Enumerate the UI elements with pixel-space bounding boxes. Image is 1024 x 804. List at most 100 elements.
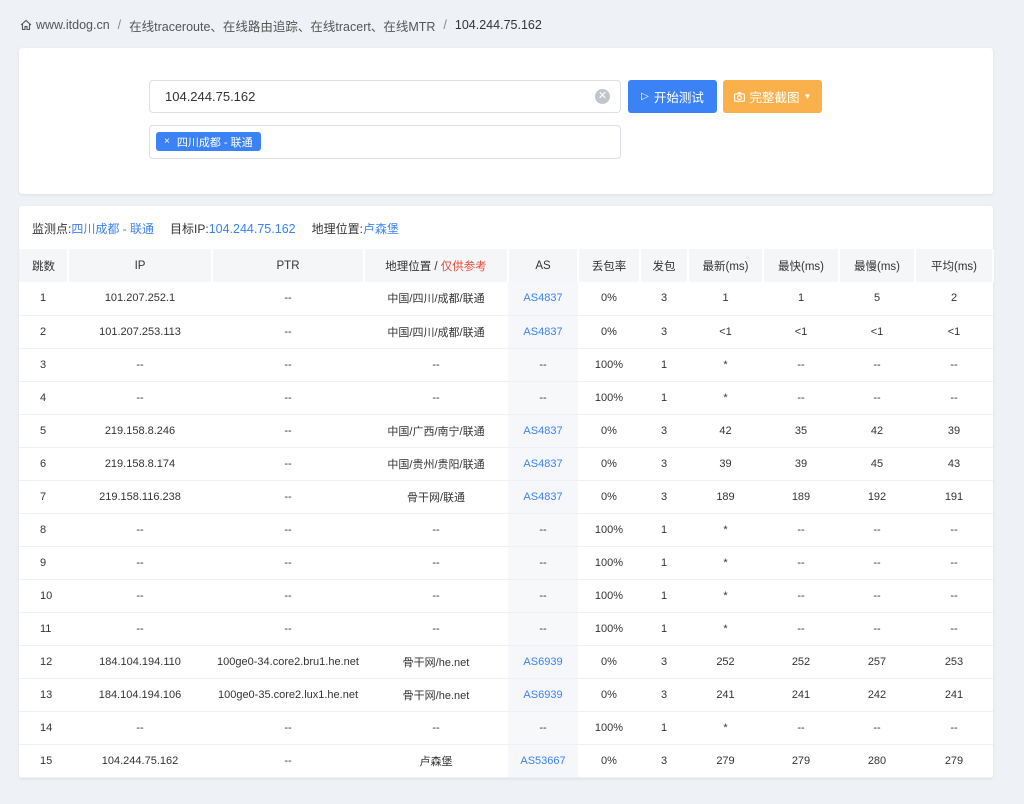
remove-tag-icon[interactable]: × [164, 136, 170, 147]
ptr-cell: -- [212, 612, 364, 646]
hop-cell: 10 [19, 579, 68, 613]
as-cell[interactable]: AS4837 [508, 282, 578, 316]
last-cell: * [688, 546, 763, 580]
loss-cell: 0% [578, 645, 640, 679]
sent-cell: 3 [640, 414, 688, 448]
geo-cell: 骨干网/he.net [364, 645, 508, 679]
geo-label: 地理位置: [311, 222, 363, 236]
ip-cell: 184.104.194.106 [68, 678, 212, 712]
ptr-cell: -- [212, 546, 364, 580]
worst-cell: 192 [839, 480, 915, 514]
loss-cell: 0% [578, 480, 640, 514]
hop-cell: 9 [19, 546, 68, 580]
table-row: 5 219.158.8.246 -- 中国/广西/南宁/联通 AS4837 0% 3 42 35… [19, 414, 993, 448]
worst-cell: -- [839, 546, 915, 580]
ip-cell: 101.207.253.113 [68, 315, 212, 349]
sent-cell: 3 [640, 315, 688, 349]
last-cell: * [688, 381, 763, 415]
loss-cell: 100% [578, 612, 640, 646]
target-ip-value: 104.244.75.162 [208, 221, 296, 236]
last-cell: * [688, 711, 763, 745]
sent-cell: 3 [640, 282, 688, 316]
as-cell[interactable]: AS4837 [508, 414, 578, 448]
node-tag: × 四川成都 - 联通 [156, 132, 261, 151]
ptr-cell: -- [212, 744, 364, 778]
start-test-button[interactable]: ▷ 开始测试 [628, 80, 717, 113]
hop-cell: 6 [19, 447, 68, 481]
clear-icon[interactable]: ✕ [595, 89, 610, 104]
best-cell: -- [763, 612, 839, 646]
as-cell[interactable]: AS53667 [508, 744, 578, 778]
avg-cell: -- [915, 348, 993, 382]
sent-cell: 3 [640, 480, 688, 514]
geo-cell: 中国/广西/南宁/联通 [364, 414, 508, 448]
table-header-row: 跳数 IP PTR 地理位置 / 仅供参考 AS 丢包率 发包 最新(ms) 最… [19, 249, 994, 282]
loss-cell: 100% [578, 513, 640, 547]
hop-cell: 13 [19, 678, 68, 712]
as-cell: -- [508, 546, 578, 580]
col-ip: IP [68, 249, 213, 282]
worst-cell: -- [839, 612, 915, 646]
loss-cell: 100% [578, 546, 640, 580]
as-cell[interactable]: AS4837 [508, 480, 578, 514]
as-cell: -- [508, 711, 578, 745]
geo-cell: -- [364, 612, 508, 646]
last-cell: 189 [688, 480, 763, 514]
table-row: 13 184.104.194.106 100ge0-35.core2.lux1.he… [19, 678, 993, 712]
ip-cell: 219.158.8.174 [68, 447, 212, 481]
table-body: 1 101.207.252.1 -- 中国/四川/成都/联通 AS4837 0% 3 1 1 5 2… [19, 282, 993, 778]
ptr-cell: -- [212, 348, 364, 382]
hop-cell: 5 [19, 414, 68, 448]
breadcrumb-page-link[interactable]: 在线traceroute、在线路由追踪、在线tracert、在线MTR [129, 16, 435, 35]
best-cell: 35 [763, 414, 839, 448]
hop-cell: 8 [19, 513, 68, 547]
as-cell[interactable]: AS4837 [508, 315, 578, 349]
breadcrumb-home-link[interactable]: www.itdog.cn [36, 18, 110, 32]
as-cell: -- [508, 381, 578, 415]
geo-cell: -- [364, 546, 508, 580]
start-test-label: 开始测试 [653, 91, 704, 105]
screenshot-button[interactable]: 完整截图 ▼ [723, 80, 822, 113]
worst-cell: 5 [839, 282, 915, 316]
hop-cell: 4 [19, 381, 68, 415]
sent-cell: 1 [640, 711, 688, 745]
avg-cell: 43 [915, 447, 993, 481]
table-row: 4 -- -- -- -- 100% 1 * -- -- -- [19, 381, 993, 415]
geo-cell: 中国/四川/成都/联通 [364, 315, 508, 349]
sent-cell: 1 [640, 546, 688, 580]
as-cell[interactable]: AS6939 [508, 678, 578, 712]
best-cell: 1 [763, 282, 839, 316]
hop-cell: 11 [19, 612, 68, 646]
col-sent: 发包 [640, 249, 689, 282]
best-cell: -- [763, 546, 839, 580]
monitor-nodes-select[interactable]: × 四川成都 - 联通 [149, 125, 621, 159]
best-cell: -- [763, 381, 839, 415]
geo-cell: 中国/贵州/贵阳/联通 [364, 447, 508, 481]
sent-cell: 1 [640, 381, 688, 415]
avg-cell: -- [915, 579, 993, 613]
ptr-cell: -- [212, 711, 364, 745]
ptr-cell: -- [212, 513, 364, 547]
table-row: 7 219.158.116.238 -- 骨干网/联通 AS4837 0% 3 189 189 1… [19, 480, 993, 514]
home-icon [20, 19, 32, 31]
col-geo-note: 仅供参考 [440, 260, 487, 273]
ptr-cell: -- [212, 381, 364, 415]
table-row: 8 -- -- -- -- 100% 1 * -- -- -- [19, 513, 993, 547]
traceroute-table: 跳数 IP PTR 地理位置 / 仅供参考 AS 丢包率 发包 最新(ms) 最… [19, 249, 994, 778]
ip-input[interactable] [150, 81, 590, 112]
worst-cell: 42 [839, 414, 915, 448]
ip-cell: 184.104.194.110 [68, 645, 212, 679]
table-row: 9 -- -- -- -- 100% 1 * -- -- -- [19, 546, 993, 580]
as-cell[interactable]: AS4837 [508, 447, 578, 481]
hop-cell: 3 [19, 348, 68, 382]
loss-cell: 0% [578, 447, 640, 481]
as-cell: -- [508, 612, 578, 646]
best-cell: 241 [763, 678, 839, 712]
breadcrumb-separator: / [443, 18, 447, 32]
as-cell[interactable]: AS6939 [508, 645, 578, 679]
sent-cell: 1 [640, 579, 688, 613]
last-cell: 279 [688, 744, 763, 778]
hop-cell: 2 [19, 315, 68, 349]
ip-cell: 104.244.75.162 [68, 744, 212, 778]
monitor-value: 四川成都 - 联通 [71, 222, 155, 236]
